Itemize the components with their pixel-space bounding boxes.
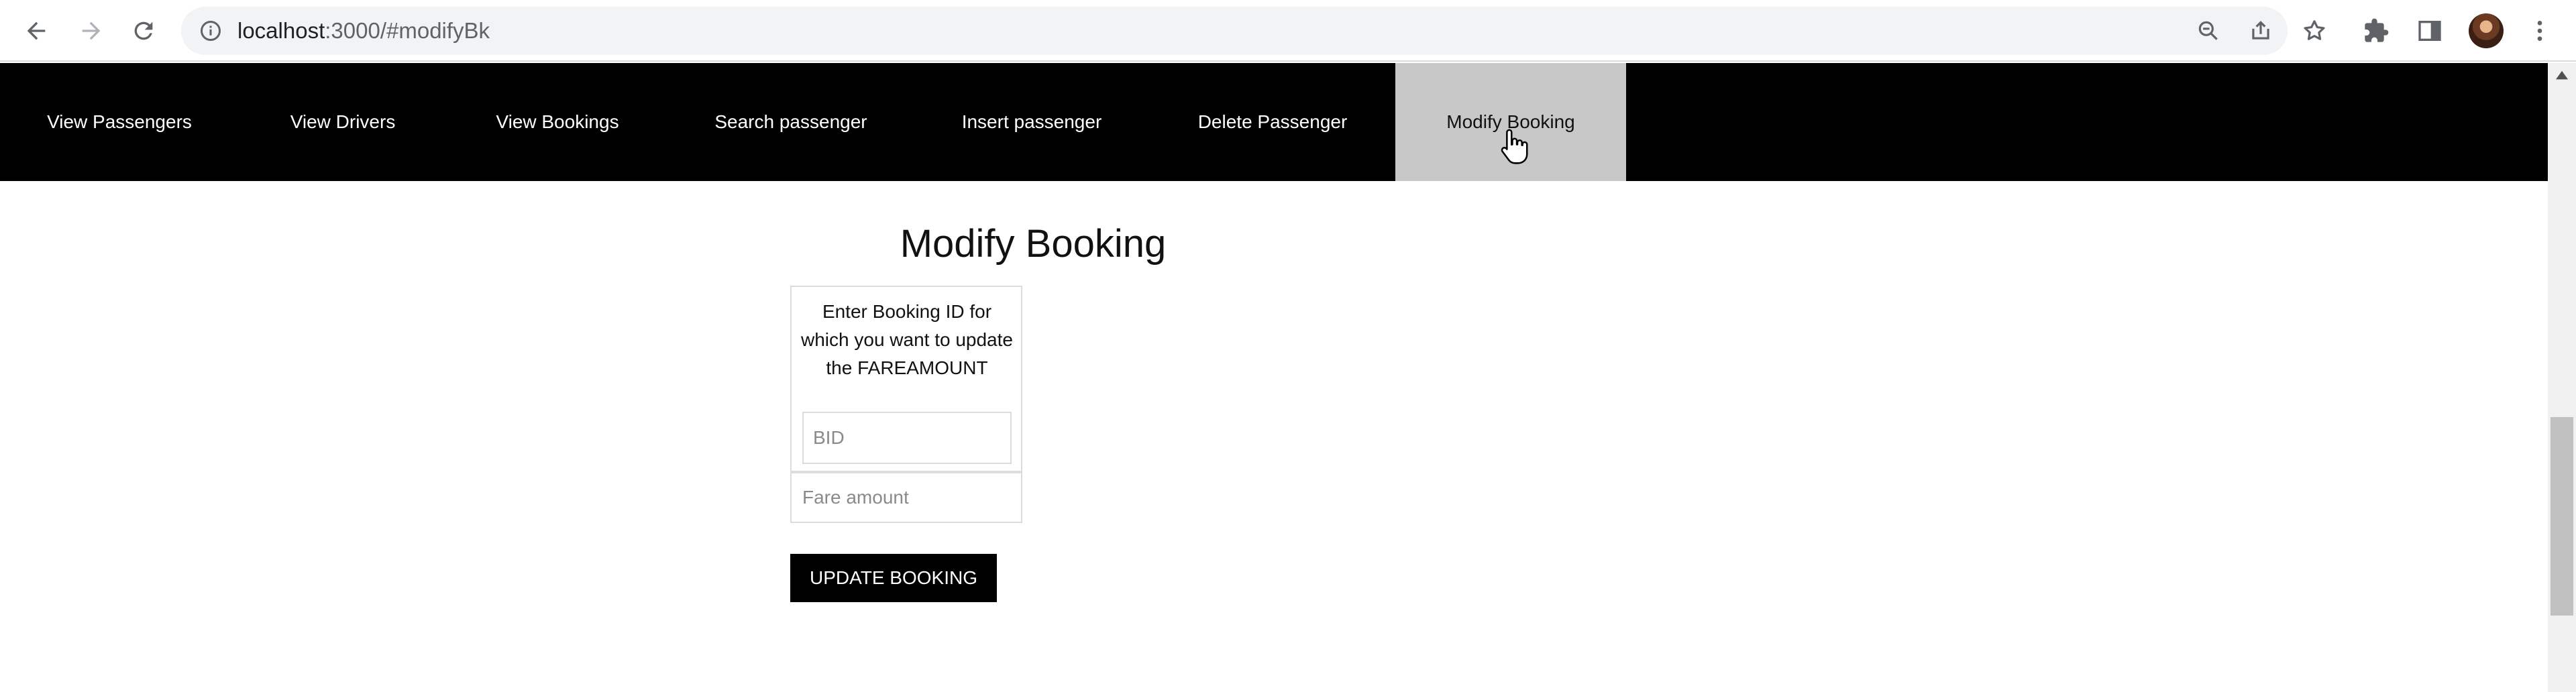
star-icon[interactable] <box>2300 16 2329 46</box>
address-bar[interactable]: localhost:3000/#modifyBk <box>181 7 2325 55</box>
side-panel-button[interactable] <box>2411 12 2449 50</box>
kebab-menu-icon <box>2537 21 2542 41</box>
nav-view-drivers[interactable]: View Drivers <box>239 63 447 181</box>
reload-icon <box>134 21 153 40</box>
hand-cursor-icon <box>1501 129 1528 164</box>
url-text[interactable]: localhost:3000/#modifyBk <box>237 17 490 44</box>
forward-button[interactable] <box>72 12 110 50</box>
page-title: Modify Booking <box>900 222 1167 266</box>
main-nav: View Passengers View Drivers View Bookin… <box>0 63 2548 181</box>
browser-toolbar: localhost:3000/#modifyBk <box>0 0 2576 62</box>
puzzle-icon <box>2365 18 2389 42</box>
modify-booking-form: Enter Booking ID for which you want to u… <box>790 286 1022 472</box>
reload-button[interactable] <box>125 12 162 50</box>
scroll-up-arrow-icon[interactable] <box>2555 70 2569 82</box>
menu-button[interactable] <box>2521 12 2559 50</box>
nav-delete-passenger[interactable]: Delete Passenger <box>1150 63 1395 181</box>
zoom-out-icon[interactable] <box>2194 16 2223 46</box>
nav-view-bookings[interactable]: View Bookings <box>447 63 668 181</box>
extensions-button[interactable] <box>2357 12 2395 50</box>
nav-view-passengers[interactable]: View Passengers <box>0 63 239 181</box>
arrow-right-icon <box>82 21 101 40</box>
share-icon[interactable] <box>2246 16 2275 46</box>
url-host: localhost <box>237 18 325 43</box>
url-path: :3000/#modifyBk <box>325 18 490 43</box>
side-panel-icon <box>2418 21 2441 41</box>
form-prompt: Enter Booking ID for which you want to u… <box>801 301 1013 378</box>
nav-insert-passenger[interactable]: Insert passenger <box>914 63 1150 181</box>
scrollbar-thumb[interactable] <box>2551 417 2573 616</box>
avatar[interactable] <box>2469 13 2504 48</box>
update-booking-button[interactable]: UPDATE BOOKING <box>790 554 997 602</box>
back-button[interactable] <box>17 12 55 50</box>
nav-search-passenger[interactable]: Search passenger <box>668 63 914 181</box>
info-icon[interactable] <box>199 19 223 43</box>
bid-input[interactable] <box>802 412 1012 464</box>
arrow-left-icon <box>27 21 46 40</box>
fare-amount-input[interactable] <box>790 472 1022 523</box>
